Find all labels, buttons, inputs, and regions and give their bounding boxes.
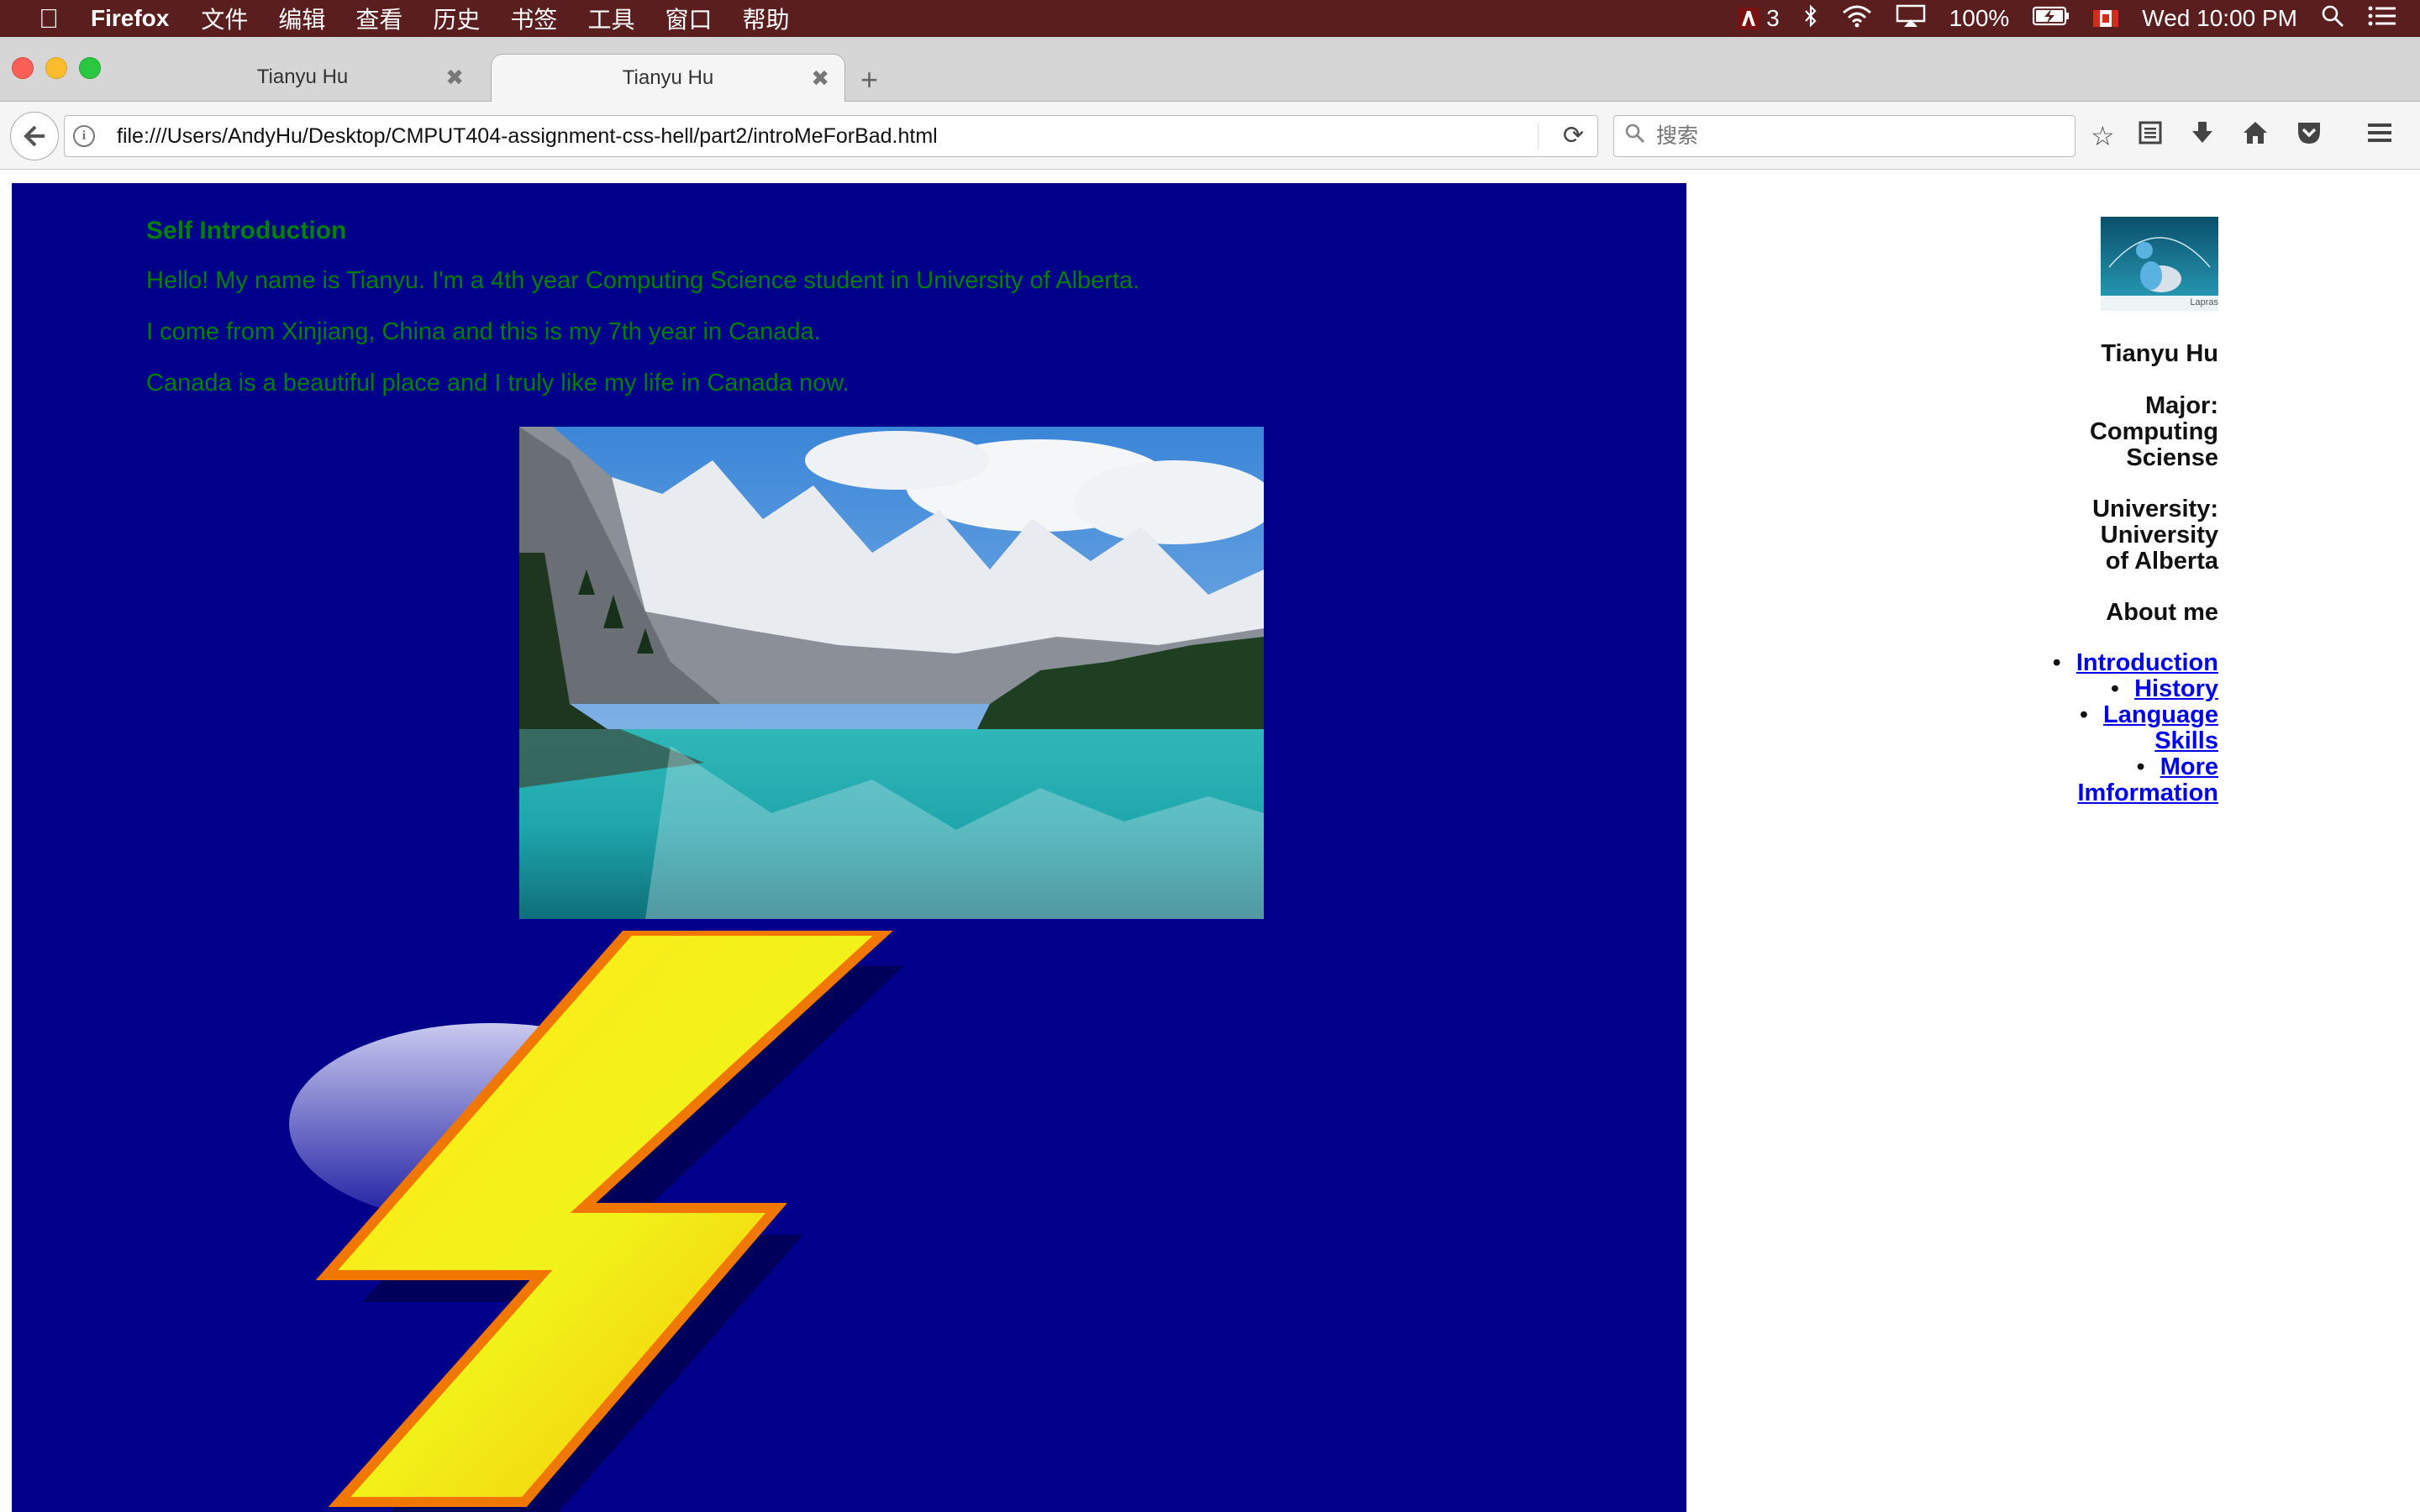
apple-icon[interactable]:  [32, 3, 66, 34]
major-label: Major: [2145, 392, 2218, 419]
intro-paragraph-3: Canada is a beautiful place and I truly … [146, 370, 850, 396]
link-introduction[interactable]: Introduction [2076, 649, 2218, 676]
reading-list-icon[interactable] [2138, 120, 2163, 152]
zoom-window-button[interactable] [79, 57, 101, 79]
menu-tools[interactable]: 工具 [587, 2, 634, 35]
menu-hamburger-icon[interactable] [2366, 120, 2393, 151]
university-value-line-2: of Alberta [2105, 548, 2218, 575]
datetime[interactable]: Wed 10:00 PM [2142, 5, 2297, 32]
major-value-line-1: Computing [2089, 418, 2218, 445]
page-viewport: Self Introduction Hello! My name is Tian… [0, 170, 2420, 1512]
adobe-count: 3 [1766, 5, 1780, 31]
link-language-skills-line-2[interactable]: Skills [2154, 727, 2218, 754]
major-value-line-2: Sciense [2126, 444, 2218, 471]
close-tab-icon[interactable]: ✖ [445, 65, 464, 91]
menu-history[interactable]: 历史 [433, 2, 480, 35]
wifi-icon[interactable] [1842, 4, 1872, 34]
search-input[interactable] [1655, 123, 2061, 150]
tab-1[interactable]: Tianyu Hu ✖ [126, 54, 479, 101]
tab-title: Tianyu Hu [622, 66, 714, 89]
bookmark-star-icon[interactable]: ☆ [2091, 120, 2115, 152]
nav-toolbar: i file:///Users/AndyHu/Desktop/CMPUT404-… [0, 102, 2420, 170]
bluetooth-icon[interactable] [1803, 3, 1818, 34]
back-button[interactable] [10, 112, 59, 160]
tab-title: Tianyu Hu [256, 66, 349, 88]
site-info-icon[interactable]: i [73, 125, 95, 147]
link-language-skills-line-1[interactable]: Language [2103, 701, 2218, 728]
screen:  Firefox 文件 编辑 查看 历史 书签 工具 窗口 帮助 3 100% [0, 0, 2420, 1512]
main-content-panel: Self Introduction Hello! My name is Tian… [12, 183, 1686, 1512]
close-tab-icon[interactable]: ✖ [811, 66, 829, 92]
battery-icon[interactable] [2033, 5, 2070, 32]
address-bar[interactable]: i file:///Users/AndyHu/Desktop/CMPUT404-… [64, 115, 1598, 157]
list-item: Introduction [2053, 650, 2218, 676]
avatar-caption: Lapras [2190, 297, 2218, 307]
list-item: Language Skills [2053, 702, 2218, 754]
status-area: 3 100% Wed 10:00 PM [1738, 0, 2420, 37]
list-item: History [2053, 676, 2218, 702]
minimize-window-button[interactable] [45, 57, 67, 79]
menu-window[interactable]: 窗口 [665, 2, 712, 35]
section-heading: Self Introduction [146, 217, 347, 244]
search-icon [1624, 123, 1646, 150]
home-icon[interactable] [2242, 120, 2269, 152]
spotlight-search-icon[interactable] [2321, 4, 2344, 34]
lightning-bolt-graphic [247, 926, 1003, 1512]
app-menu-firefox[interactable]: Firefox [91, 5, 169, 32]
airplay-icon[interactable] [1896, 4, 1926, 34]
about-me-heading: About me [2106, 599, 2218, 626]
link-more-information-line-2[interactable]: Imformation [2077, 780, 2218, 806]
adobe-icon[interactable]: 3 [1738, 5, 1780, 32]
back-arrow-icon [24, 125, 45, 147]
divider [1538, 123, 1539, 150]
link-more-information-line-1[interactable]: More [2160, 753, 2218, 780]
reload-icon[interactable]: ⟳ [1563, 121, 1584, 150]
canada-flag-icon[interactable] [2093, 10, 2119, 27]
notification-center-icon[interactable] [2368, 5, 2396, 33]
intro-paragraph-2: I come from Xinjiang, China and this is … [146, 318, 821, 345]
new-tab-icon[interactable]: + [860, 62, 878, 97]
menu-bookmarks[interactable]: 书签 [510, 2, 557, 35]
about-links-list: Introduction History Language Skills Mor… [2053, 650, 2218, 806]
menu-view[interactable]: 查看 [355, 2, 402, 35]
major-block: Major: Computing Sciense [2090, 393, 2218, 471]
tab-2-active[interactable]: Tianyu Hu ✖ [491, 54, 845, 102]
profile-name: Tianyu Hu [2101, 340, 2218, 367]
url-text[interactable]: file:///Users/AndyHu/Desktop/CMPUT404-as… [117, 124, 938, 149]
university-block: University: University of Alberta [2092, 496, 2218, 575]
battery-percent: 100% [1949, 5, 2010, 31]
menu-file[interactable]: 文件 [201, 2, 248, 35]
university-value-line-1: University [2100, 522, 2218, 549]
search-bar[interactable] [1613, 115, 2075, 157]
menubar:  Firefox 文件 编辑 查看 历史 书签 工具 窗口 帮助 3 100% [0, 0, 2420, 37]
university-label: University: [2092, 496, 2218, 522]
list-item: More Imformation [2053, 754, 2218, 806]
intro-paragraph-1: Hello! My name is Tianyu. I'm a 4th year… [146, 267, 1140, 294]
menu-edit[interactable]: 编辑 [278, 2, 325, 35]
mountain-lake-photo [519, 427, 1264, 919]
tab-strip: Tianyu Hu ✖ Tianyu Hu ✖ + [0, 37, 2420, 102]
downloads-icon[interactable] [2190, 120, 2215, 152]
menu-help[interactable]: 帮助 [742, 2, 789, 35]
link-history[interactable]: History [2134, 675, 2218, 702]
close-window-button[interactable] [12, 57, 34, 79]
pocket-icon[interactable] [2296, 120, 2323, 152]
